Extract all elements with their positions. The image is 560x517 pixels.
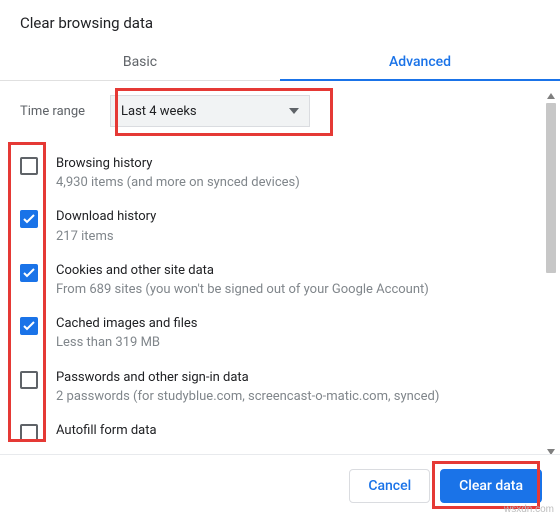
- option-text: Browsing history 4,930 items (and more o…: [56, 155, 520, 192]
- scroll-up-icon[interactable]: [544, 89, 558, 103]
- scroll-track[interactable]: [544, 103, 558, 445]
- option-title: Download history: [56, 208, 520, 226]
- content-area: Time range Last 4 weeks Browsing history…: [0, 81, 560, 454]
- option-passwords: Passwords and other sign-in data 2 passw…: [20, 361, 520, 414]
- option-title: Cached images and files: [56, 315, 520, 333]
- option-text: Passwords and other sign-in data 2 passw…: [56, 369, 520, 406]
- scrollbar[interactable]: [544, 89, 558, 454]
- option-subtitle: 217 items: [56, 228, 520, 246]
- option-text: Download history 217 items: [56, 208, 520, 245]
- checkbox-autofill[interactable]: [20, 424, 38, 442]
- cancel-button[interactable]: Cancel: [349, 469, 430, 503]
- checkbox-download-history[interactable]: [20, 210, 38, 228]
- time-range-label: Time range: [20, 104, 110, 119]
- option-title: Passwords and other sign-in data: [56, 369, 520, 387]
- checkbox-passwords[interactable]: [20, 371, 38, 389]
- scroll-down-icon[interactable]: [544, 445, 558, 454]
- option-cached: Cached images and files Less than 319 MB: [20, 307, 520, 360]
- option-subtitle: Less than 319 MB: [56, 334, 520, 352]
- checkbox-browsing-history[interactable]: [20, 157, 38, 175]
- tab-advanced[interactable]: Advanced: [280, 44, 560, 80]
- time-range-select[interactable]: Last 4 weeks: [110, 95, 310, 127]
- option-title: Browsing history: [56, 155, 520, 173]
- dropdown-icon: [289, 108, 299, 114]
- option-text: Autofill form data: [56, 422, 520, 440]
- option-text: Cookies and other site data From 689 sit…: [56, 262, 520, 299]
- clear-browsing-data-dialog: Clear browsing data Basic Advanced Time …: [0, 0, 560, 517]
- dialog-title: Clear browsing data: [0, 0, 560, 44]
- option-title: Cookies and other site data: [56, 262, 520, 280]
- dialog-footer: Cancel Clear data: [0, 454, 560, 517]
- clear-data-button[interactable]: Clear data: [440, 469, 542, 503]
- option-subtitle: 4,930 items (and more on synced devices): [56, 174, 520, 192]
- option-autofill: Autofill form data: [20, 414, 520, 442]
- option-cookies: Cookies and other site data From 689 sit…: [20, 254, 520, 307]
- watermark: wsxdn.com: [504, 504, 554, 515]
- scroll-content[interactable]: Time range Last 4 weeks Browsing history…: [0, 81, 560, 454]
- tab-basic[interactable]: Basic: [0, 44, 280, 80]
- tab-bar: Basic Advanced: [0, 44, 560, 81]
- option-subtitle: 2 passwords (for studyblue.com, screenca…: [56, 388, 520, 406]
- time-range-row: Time range Last 4 weeks: [20, 95, 520, 127]
- option-title: Autofill form data: [56, 422, 520, 440]
- checkbox-cookies[interactable]: [20, 264, 38, 282]
- scroll-thumb[interactable]: [546, 103, 556, 273]
- option-browsing-history: Browsing history 4,930 items (and more o…: [20, 147, 520, 200]
- option-text: Cached images and files Less than 319 MB: [56, 315, 520, 352]
- option-subtitle: From 689 sites (you won't be signed out …: [56, 281, 520, 299]
- option-download-history: Download history 217 items: [20, 200, 520, 253]
- time-range-value: Last 4 weeks: [121, 104, 197, 119]
- checkbox-cached[interactable]: [20, 317, 38, 335]
